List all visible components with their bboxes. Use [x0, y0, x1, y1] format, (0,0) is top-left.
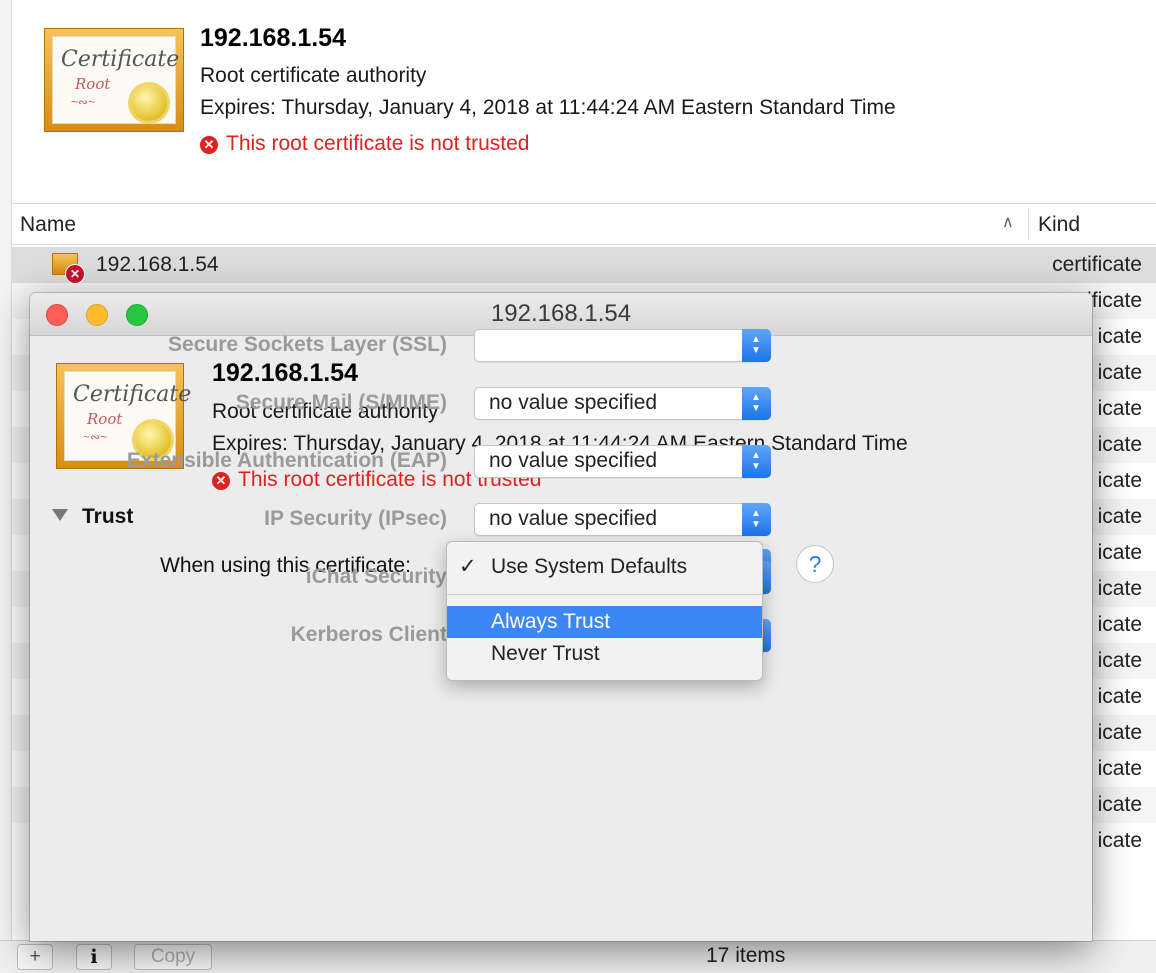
cert-kind: Root certificate authority — [200, 64, 427, 87]
trust-setting-label: Secure Mail (S/MIME) — [235, 391, 447, 414]
row-kind: icate — [1097, 829, 1142, 852]
menu-separator — [447, 594, 762, 595]
row-kind: icate — [1097, 325, 1142, 348]
info-button[interactable]: i — [76, 944, 112, 970]
trust-setting-value: no value specified — [489, 507, 658, 530]
stepper-arrows-icon[interactable]: ▲▼ — [742, 503, 771, 536]
row-kind: icate — [1097, 397, 1142, 420]
row-kind: icate — [1097, 793, 1142, 816]
disclosure-triangle-icon[interactable] — [52, 509, 68, 521]
trust-setting-label: IP Security (IPsec) — [264, 507, 447, 530]
trust-setting-popup[interactable]: no value specified ▲▼ — [474, 445, 771, 478]
cert-status: ✕ This root certificate is not trusted — [200, 132, 529, 156]
trust-setting-label: Kerberos Client — [290, 623, 447, 646]
error-icon: ✕ — [200, 136, 218, 154]
menu-item-always-trust[interactable]: Always Trust — [447, 606, 762, 638]
error-icon: ✕ — [212, 472, 230, 490]
row-kind: icate — [1097, 757, 1142, 780]
row-kind: icate — [1097, 613, 1142, 636]
row-kind: icate — [1097, 649, 1142, 672]
stepper-arrows-icon[interactable]: ▲▼ — [742, 445, 771, 478]
menu-item-never-trust[interactable]: Never Trust — [447, 638, 762, 670]
sidebar-edge — [0, 0, 12, 940]
seal-icon — [131, 85, 167, 121]
sort-ascending-icon[interactable]: ∧ — [1002, 212, 1014, 232]
row-kind: icate — [1097, 433, 1142, 456]
row-kind: icate — [1097, 361, 1142, 384]
certificate-icon: ✕ — [52, 253, 85, 284]
trust-disclosure[interactable]: Trust — [52, 505, 133, 529]
trust-setting-value: no value specified — [489, 449, 658, 472]
row-kind: icate — [1097, 577, 1142, 600]
trust-setting-value: no value specified — [489, 391, 658, 414]
list-row[interactable]: ✕ 192.168.1.54 certificate — [12, 247, 1156, 284]
trust-setting-label: iChat Security — [305, 565, 447, 588]
copy-button[interactable]: Copy — [134, 944, 212, 970]
list-column-header: Name ∧ Kind — [12, 203, 1156, 245]
row-kind: icate — [1097, 469, 1142, 492]
column-name[interactable]: Name — [20, 213, 76, 237]
keychain-footer: + i Copy 17 items — [0, 940, 1156, 973]
certificate-icon: Certificate Root ~∾~ — [44, 28, 184, 132]
trust-setting-popup[interactable]: ▲ ▼ — [474, 329, 771, 362]
row-kind: icate — [1097, 541, 1142, 564]
cert-name: 192.168.1.54 — [200, 24, 346, 52]
menu-item-use-system-defaults[interactable]: ✓ Use System Defaults — [447, 551, 762, 583]
row-kind: icate — [1097, 685, 1142, 708]
untrusted-badge-icon: ✕ — [65, 264, 85, 284]
cert-name: 192.168.1.54 — [212, 359, 358, 387]
item-count: 17 items — [706, 944, 786, 967]
column-divider[interactable] — [1028, 208, 1029, 240]
trust-setting-popup[interactable]: no value specified ▲▼ — [474, 387, 771, 420]
row-kind: ificate — [1087, 289, 1142, 312]
trust-setting-popup[interactable]: no value specified ▲▼ — [474, 503, 771, 536]
row-name: 192.168.1.54 — [96, 253, 219, 276]
trust-setting-label: Secure Sockets Layer (SSL) — [168, 333, 447, 356]
help-button[interactable]: ? — [796, 545, 834, 583]
stepper-arrows-icon[interactable]: ▲▼ — [742, 329, 771, 362]
cert-expiry: Expires: Thursday, January 4, 2018 at 11… — [200, 96, 896, 119]
trust-setting-label: Extensible Authentication (EAP) — [126, 449, 447, 472]
add-button[interactable]: + — [17, 944, 53, 970]
column-kind[interactable]: Kind — [1038, 213, 1080, 237]
window-title: 192.168.1.54 — [490, 300, 632, 327]
row-kind: certificate — [1052, 253, 1142, 276]
row-kind: icate — [1097, 505, 1142, 528]
checkmark-icon: ✓ — [459, 555, 477, 578]
stepper-arrows-icon[interactable]: ▲▼ — [742, 387, 771, 420]
trust-dropdown-menu: ✓ Use System Defaults Always Trust Never… — [446, 541, 763, 681]
row-kind: icate — [1097, 721, 1142, 744]
